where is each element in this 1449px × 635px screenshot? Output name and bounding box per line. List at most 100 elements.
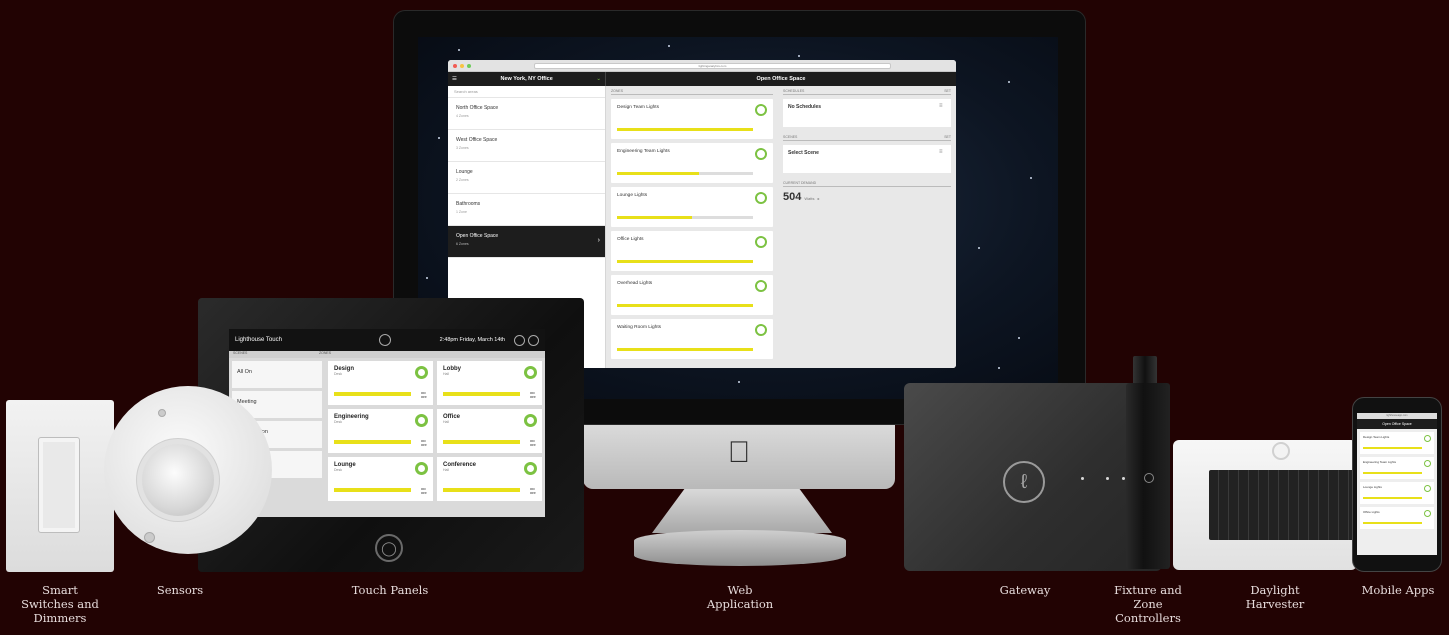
zone-level-slider[interactable] — [617, 348, 753, 351]
search-input[interactable]: Search areas — [448, 86, 605, 98]
app-header: ☰ New York, NY Office ⌄ Open Office Spac… — [448, 72, 956, 86]
zone-power-toggle[interactable] — [415, 366, 428, 379]
zone-power-toggle[interactable] — [524, 366, 537, 379]
zone-level-slider[interactable] — [443, 392, 520, 396]
list-item[interactable]: Bathrooms 1 Zone — [448, 194, 605, 226]
zone-card[interactable]: Lounge Desk ON OFF — [328, 457, 433, 501]
zone-card[interactable]: Overhead Lights — [611, 275, 773, 315]
zone-power-toggle[interactable] — [755, 192, 767, 204]
zone-card[interactable]: Office Lights — [611, 231, 773, 271]
browser-toolbar: lightinganalytics.com — [448, 60, 956, 72]
set-scene-button[interactable]: SET — [944, 135, 951, 139]
zone-power-toggle[interactable] — [755, 280, 767, 292]
fixture-controller-connector — [1133, 356, 1157, 386]
zone-level-slider[interactable] — [617, 260, 753, 263]
zone-level-slider[interactable] — [443, 488, 520, 492]
list-icon: ≡ — [939, 149, 943, 155]
zone-sub: Hall — [443, 420, 450, 424]
zones-label: ZONES — [611, 89, 773, 95]
zone-card[interactable]: Office Lights — [1360, 507, 1434, 529]
zone-card[interactable]: Design Desk ON OFF — [328, 361, 433, 405]
zone-card[interactable]: Lounge Lights — [1360, 482, 1434, 504]
zone-power-toggle[interactable] — [1424, 485, 1431, 492]
zone-power-toggle[interactable] — [524, 414, 537, 427]
mobile-title: Open Office Space — [1357, 419, 1437, 429]
zone-card[interactable]: Engineering Team Lights — [1360, 457, 1434, 479]
caption-mobile-apps: Mobile Apps — [1361, 583, 1435, 597]
zone-card[interactable]: Office Hall ON OFF — [437, 409, 542, 453]
list-item[interactable]: West Office Space 3 Zones — [448, 130, 605, 162]
light-sensor — [1272, 442, 1290, 460]
zone-card[interactable]: Lounge Lights — [611, 187, 773, 227]
apple-logo-icon:  — [725, 438, 753, 468]
imac-stand — [652, 489, 832, 533]
switch-rocker[interactable] — [38, 437, 80, 533]
close-window-button[interactable] — [453, 63, 457, 68]
zone-level-slider[interactable] — [617, 128, 753, 131]
zone-power-toggle[interactable] — [415, 414, 428, 427]
zone-power-toggle[interactable] — [1424, 460, 1431, 467]
zone-level-slider[interactable] — [617, 304, 753, 307]
zone-level-slider[interactable] — [334, 488, 411, 492]
zones-label: ZONES — [319, 351, 332, 355]
zone-power-toggle[interactable] — [755, 324, 767, 336]
zone-card[interactable]: Conference Hall ON OFF — [437, 457, 542, 501]
status-led — [1081, 477, 1084, 480]
zone-card[interactable]: Waiting Room Lights — [611, 319, 773, 359]
list-item[interactable]: Lounge 2 Zones — [448, 162, 605, 194]
menu-icon[interactable] — [528, 334, 539, 346]
imac-stand-base — [634, 530, 846, 566]
zone-name: Design Team Lights — [1363, 435, 1390, 439]
zone-level-slider[interactable] — [617, 172, 753, 175]
zone-power-toggle[interactable] — [755, 104, 767, 116]
list-item[interactable]: North Office Space 4 Zones — [448, 98, 605, 130]
set-schedule-button[interactable]: SET — [944, 89, 951, 93]
fixture-button — [1144, 473, 1154, 483]
zone-level-slider[interactable] — [1363, 497, 1422, 499]
scene-button[interactable]: All On — [232, 361, 322, 388]
minimize-window-button[interactable] — [460, 63, 464, 68]
zone-card[interactable]: Engineering Desk ON OFF — [328, 409, 433, 453]
zone-card[interactable]: Engineering Team Lights — [611, 143, 773, 183]
zone-power-toggle[interactable] — [1424, 435, 1431, 442]
zone-level-slider[interactable] — [1363, 447, 1422, 449]
zone-level-slider[interactable] — [334, 392, 411, 396]
chevron-right-icon: › — [597, 237, 600, 244]
zone-card[interactable]: Design Team Lights — [1360, 432, 1434, 454]
scene-select[interactable]: Select Scene ≡ — [783, 145, 951, 173]
settings-icon[interactable] — [514, 334, 525, 346]
on-off-labels: ON OFF — [530, 391, 536, 399]
touch-panel-home-button[interactable]: ◯ — [375, 534, 403, 562]
zone-power-toggle[interactable] — [1424, 510, 1431, 517]
zone-sub: Desk — [334, 468, 342, 472]
status-led — [1122, 477, 1125, 480]
url-bar[interactable]: lightinganalytics.com — [534, 62, 891, 69]
zones-column: ZONES Design Team Lights Engineering Team… — [606, 86, 778, 368]
on-off-labels: ON OFF — [421, 391, 427, 399]
zone-level-slider[interactable] — [334, 440, 411, 444]
zone-power-toggle[interactable] — [415, 462, 428, 475]
area-title: Open Office Space — [756, 76, 806, 82]
zone-level-slider[interactable] — [617, 216, 753, 219]
zone-level-slider[interactable] — [443, 440, 520, 444]
zone-power-toggle[interactable] — [755, 236, 767, 248]
touch-panel-screen: Lighthouse Touch 2:48pm Friday, March 14… — [229, 329, 545, 517]
zone-name: Waiting Room Lights — [617, 325, 662, 330]
current-demand: 504 Watts ▸ — [783, 191, 820, 203]
location-title[interactable]: New York, NY Office — [457, 76, 596, 82]
schedule-select[interactable]: No Schedules ≡ — [783, 99, 951, 127]
expand-icon[interactable]: ▸ — [818, 196, 820, 201]
zone-card[interactable]: Lobby Hall ON OFF — [437, 361, 542, 405]
caption-sensors: Sensors — [156, 583, 204, 597]
maximize-window-button[interactable] — [467, 63, 471, 68]
zone-name: Lounge Lights — [617, 193, 648, 198]
zone-level-slider[interactable] — [1363, 472, 1422, 474]
zone-level-slider[interactable] — [1363, 522, 1422, 524]
chevron-down-icon[interactable]: ⌄ — [596, 76, 601, 82]
zone-card[interactable]: Design Team Lights — [611, 99, 773, 139]
zone-power-toggle[interactable] — [755, 148, 767, 160]
zone-name: Office Lights — [617, 237, 644, 242]
zone-power-toggle[interactable] — [524, 462, 537, 475]
caption-gateway: Gateway — [999, 583, 1051, 597]
list-item-selected[interactable]: Open Office Space 6 Zones › — [448, 226, 605, 258]
